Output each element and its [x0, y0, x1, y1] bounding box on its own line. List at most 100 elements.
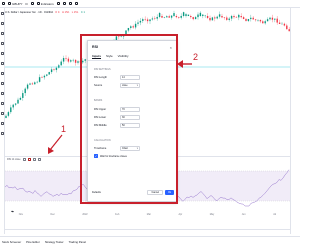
tab-inputs[interactable]: Inputs	[92, 54, 101, 59]
close-icon[interactable]: ×	[170, 45, 172, 50]
callout-number-2: 2	[193, 52, 199, 62]
bottom-timeframe-bar[interactable]	[5, 229, 290, 235]
tab-visibility[interactable]: Visibility	[118, 54, 129, 59]
candle-body	[204, 15, 206, 17]
indicators-button[interactable]: Indicators	[36, 2, 54, 6]
candle-body	[34, 82, 36, 85]
ok-button[interactable]: Ok	[164, 190, 174, 195]
lock-icon[interactable]	[0, 112, 4, 115]
candle-body	[79, 61, 82, 63]
candle-body	[48, 72, 50, 75]
price-axis[interactable]	[290, 8, 300, 234]
checkbox-checked-icon[interactable]: ✓	[94, 154, 98, 158]
setting-label: Source	[94, 84, 103, 87]
candle-body	[278, 22, 281, 24]
replay-icon[interactable]	[62, 2, 66, 5]
candle-body	[158, 12, 161, 17]
candle-body	[178, 17, 180, 18]
zoom-icon[interactable]	[0, 92, 4, 95]
pattern-icon[interactable]	[0, 42, 4, 45]
rsi-lower-input[interactable]: 30	[120, 115, 140, 120]
candle-body	[22, 93, 24, 98]
eye-icon[interactable]	[0, 122, 4, 125]
candle-body	[276, 18, 278, 23]
candle-body	[235, 17, 238, 18]
rsi-middle-input[interactable]: 50	[120, 123, 140, 128]
candle-body	[233, 16, 235, 18]
tab-strategy-tester[interactable]: Strategy Tester	[45, 240, 64, 244]
cancel-button[interactable]: Cancel	[147, 190, 163, 195]
candle-body	[149, 19, 151, 22]
chart-type-icon[interactable]	[30, 2, 34, 5]
candle-body	[127, 27, 130, 31]
candle-body	[17, 99, 19, 104]
tab-trading-panel[interactable]: Trading Panel	[69, 240, 86, 244]
fib-icon[interactable]	[0, 32, 4, 35]
candle-body	[170, 15, 173, 18]
text-tool-icon[interactable]	[0, 62, 4, 65]
prediction-icon[interactable]	[0, 52, 4, 55]
alert-icon[interactable]	[56, 2, 60, 5]
candle-body	[5, 115, 7, 118]
section-calculation: CALCULATION	[94, 139, 111, 142]
candle-body	[242, 17, 245, 19]
candle-body	[154, 18, 156, 19]
ruler-icon[interactable]	[0, 82, 4, 85]
candle-body	[118, 36, 120, 37]
defaults-dropdown[interactable]: Defaults	[92, 191, 101, 194]
candle-body	[226, 17, 228, 20]
undo-icon[interactable]	[68, 2, 72, 5]
menu-icon[interactable]	[2, 2, 5, 5]
redo-icon[interactable]	[74, 2, 78, 5]
trash-icon[interactable]	[0, 132, 4, 135]
candle-body	[70, 60, 72, 62]
symbol-search-button[interactable]: GBUPY	[8, 2, 23, 6]
candle-body	[38, 77, 41, 82]
setting-row: Source close ▾	[94, 83, 174, 88]
time-axis[interactable]: Nov Dec 2022 Feb Mar Apr May Jun Jul	[5, 213, 290, 218]
time-label: Feb	[115, 213, 120, 216]
setting-row: RSI Middle 50	[94, 123, 174, 128]
source-select[interactable]: close ▾	[120, 83, 140, 88]
chevron-down-icon: ▾	[136, 147, 138, 150]
candle-body	[120, 36, 122, 37]
candle-body	[199, 12, 202, 16]
indicators-icon	[36, 2, 40, 5]
rsi-length-input[interactable]: 14	[120, 75, 140, 80]
wait-timeframe-checkbox-row[interactable]: ✓ Wait for timeframe closes	[94, 154, 127, 158]
candle-body	[60, 61, 62, 66]
candle-body	[122, 34, 125, 37]
candle-body	[206, 16, 209, 18]
candle-body	[257, 19, 259, 21]
setting-label: Timeframe	[94, 147, 107, 150]
setting-row: RSI Lower 30	[94, 115, 174, 120]
rsi-upper-input[interactable]: 70	[120, 107, 140, 112]
interval-button[interactable]: D	[26, 2, 28, 6]
candle-body	[192, 17, 194, 20]
trend-line-icon[interactable]	[0, 22, 4, 25]
candle-body	[50, 69, 53, 73]
candle-body	[182, 12, 185, 16]
dialog-divider	[88, 60, 176, 61]
search-icon	[8, 2, 11, 5]
setting-label: RSI Middle	[94, 124, 107, 127]
tab-style[interactable]: Style	[106, 54, 113, 59]
rsi-settings-dialog: RSI × Inputs Style Visibility RSI SETTIN…	[87, 40, 177, 202]
chevron-down-icon: ▾	[136, 84, 138, 87]
candle-body	[197, 14, 199, 18]
candle-body	[142, 19, 144, 21]
timeframe-select[interactable]: Chart ▾	[120, 146, 140, 151]
emoji-icon[interactable]	[0, 72, 4, 75]
candle-body	[175, 16, 178, 18]
candle-body	[19, 97, 22, 100]
tab-pine-editor[interactable]: Pine Editor	[26, 240, 40, 244]
candle-body	[161, 16, 163, 18]
footer-buttons: Cancel Ok	[147, 190, 174, 195]
candle-body	[36, 81, 38, 83]
crosshair-icon[interactable]	[0, 12, 4, 15]
magnet-icon[interactable]	[0, 102, 4, 105]
candle-body	[259, 19, 262, 22]
candle-body	[262, 21, 264, 24]
tab-stock-screener[interactable]: Stock Screener	[2, 240, 21, 244]
candle-body	[281, 23, 283, 25]
